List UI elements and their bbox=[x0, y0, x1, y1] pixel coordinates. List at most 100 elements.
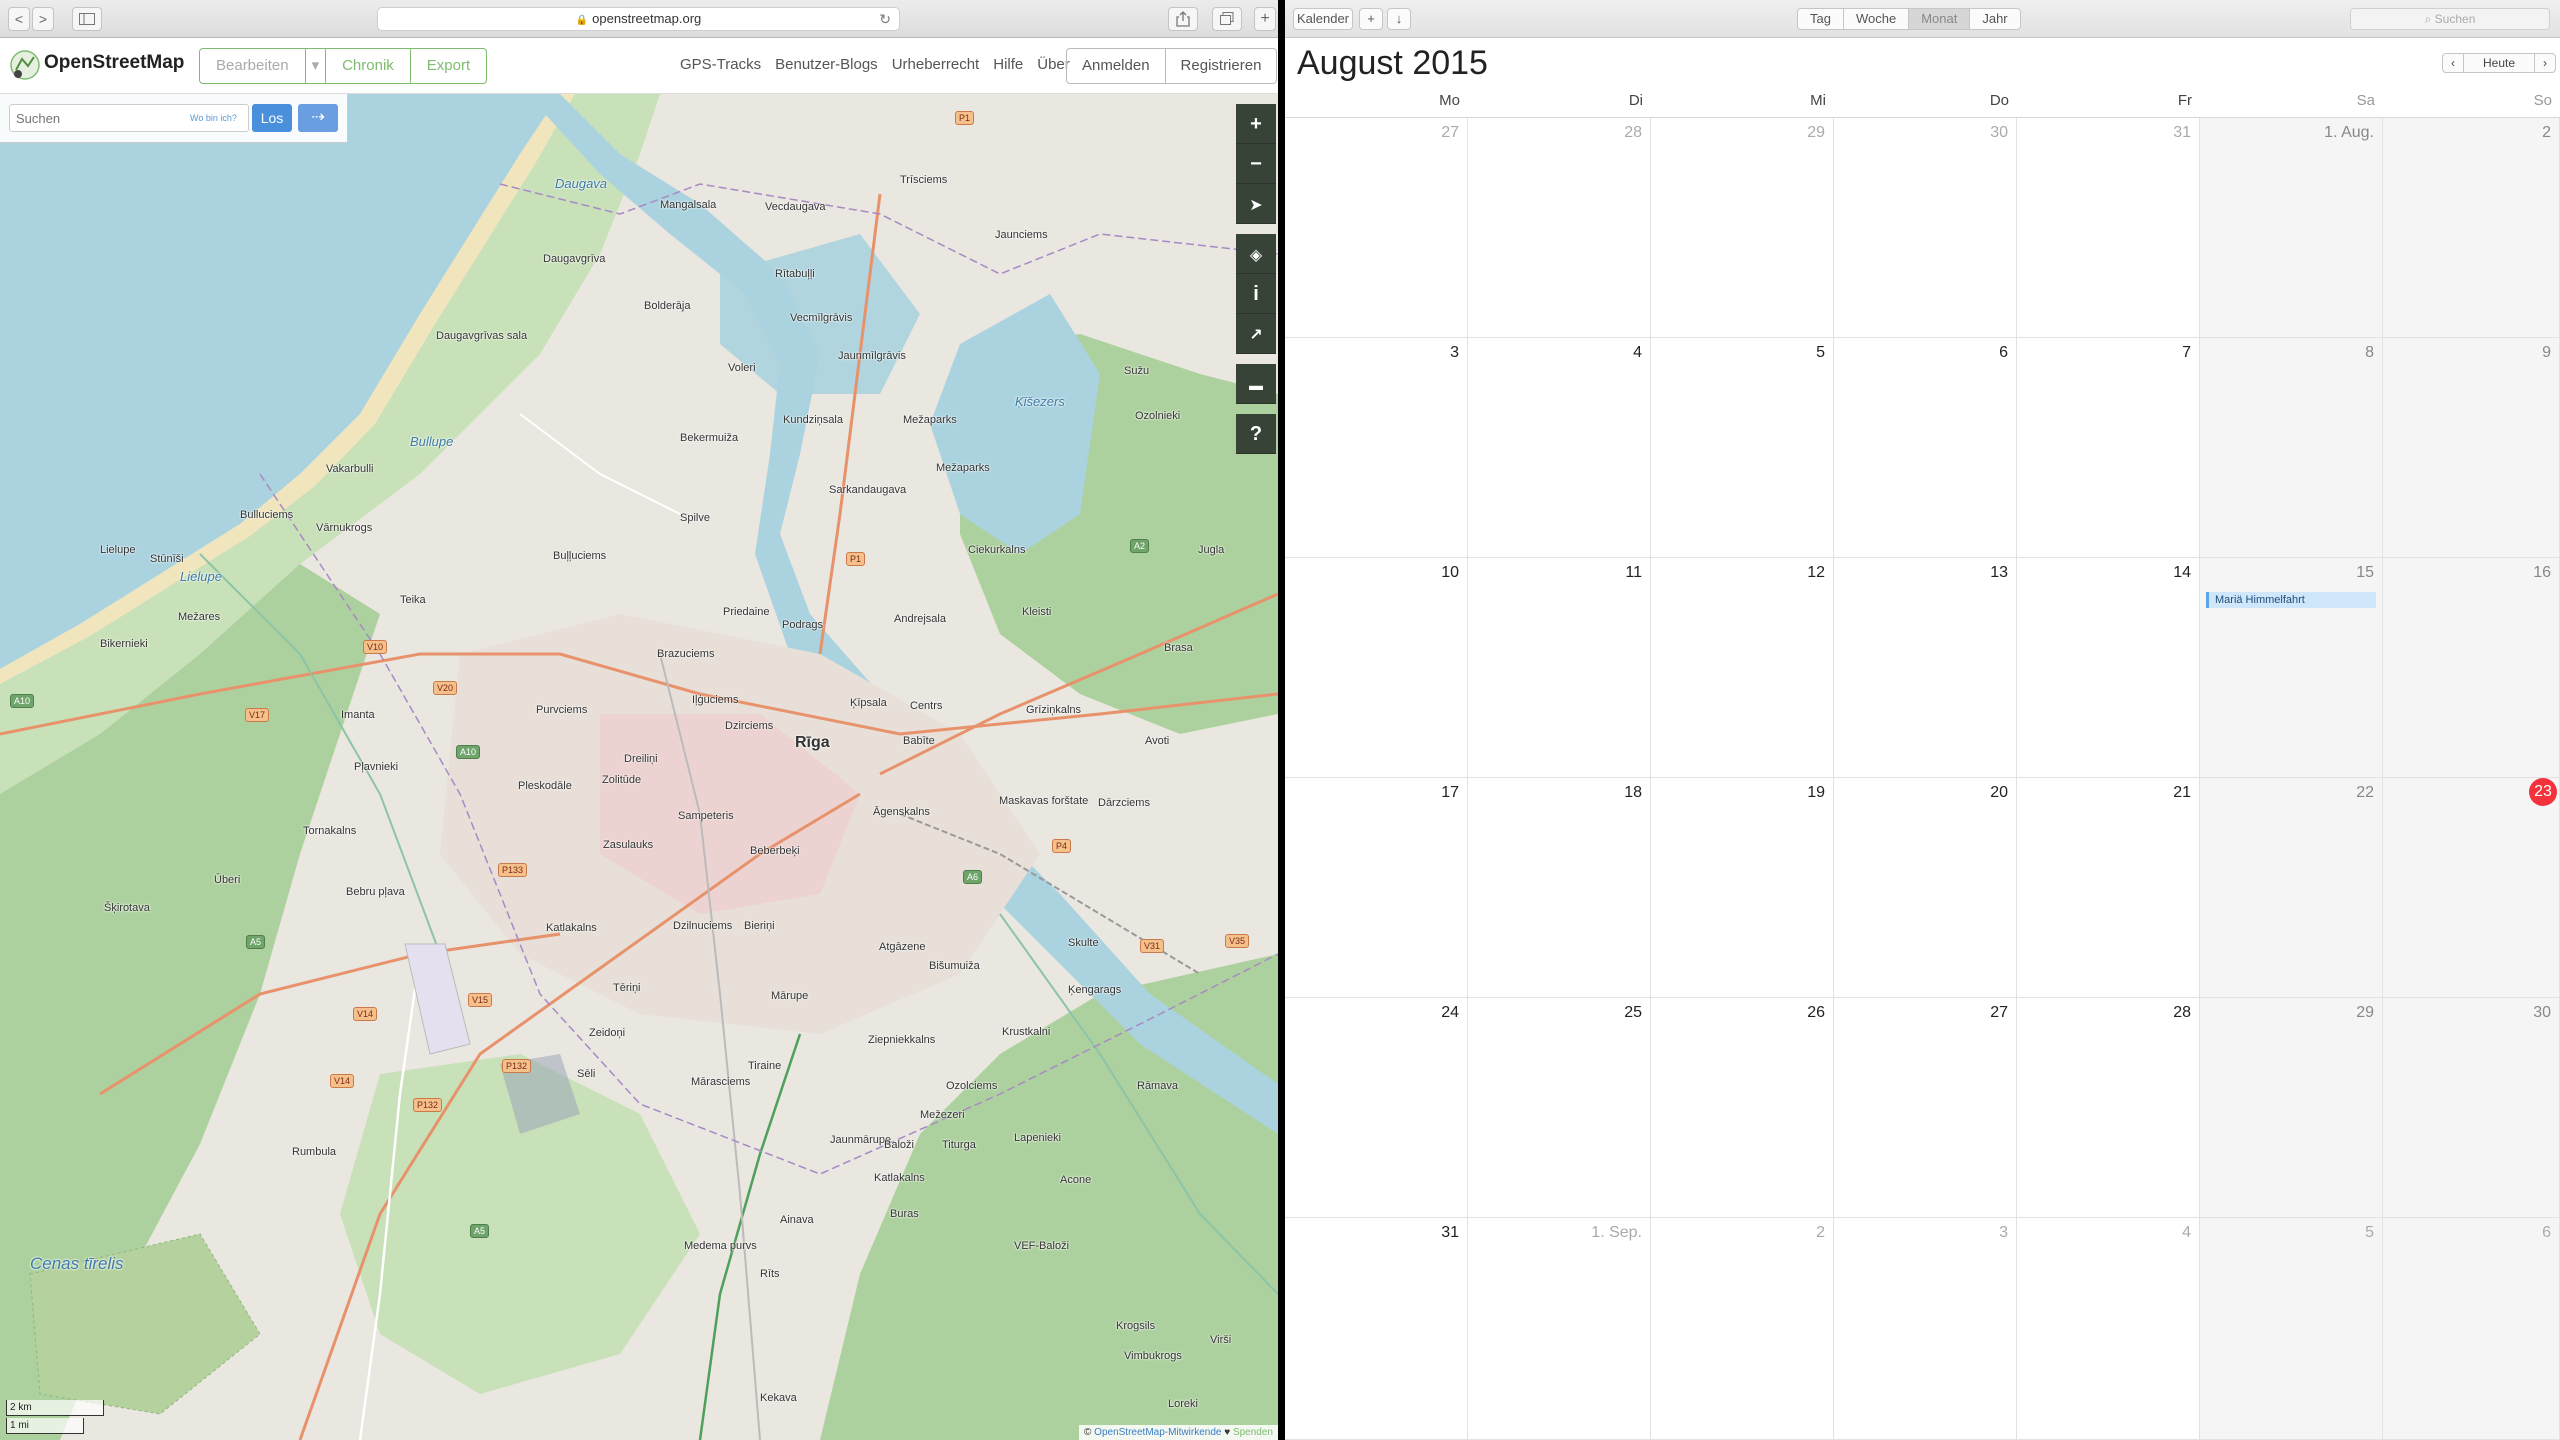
day-cell[interactable]: 1. Aug. bbox=[2200, 118, 2383, 338]
day-cell[interactable]: 28 bbox=[1468, 118, 1651, 338]
day-number: 3 bbox=[1999, 1224, 2008, 1241]
day-cell[interactable]: 2 bbox=[2383, 118, 2560, 338]
map-view[interactable]: Rīga Cenas tīrelis Daugava Bullupe Ķīšez… bbox=[0, 94, 1278, 1440]
layers-button[interactable]: ◈ bbox=[1236, 234, 1276, 274]
history-button[interactable]: Chronik bbox=[326, 49, 411, 83]
map-key-button[interactable]: i bbox=[1236, 274, 1276, 314]
day-cell[interactable]: 12 bbox=[1651, 558, 1834, 778]
forward-button[interactable]: > bbox=[32, 7, 54, 31]
view-month-button[interactable]: Monat bbox=[1909, 9, 1971, 29]
day-cell[interactable]: 4 bbox=[1468, 338, 1651, 558]
weekday-label: Do bbox=[1989, 92, 2009, 109]
share-button[interactable] bbox=[1168, 7, 1198, 31]
day-cell[interactable]: 5 bbox=[2200, 1218, 2383, 1440]
split-view-divider[interactable] bbox=[1278, 0, 1285, 1440]
view-day-button[interactable]: Tag bbox=[1798, 9, 1844, 29]
nav-link-help[interactable]: Hilfe bbox=[993, 56, 1023, 73]
calendars-button[interactable]: Kalender bbox=[1293, 8, 1353, 30]
edit-button[interactable]: Bearbeiten bbox=[200, 49, 306, 83]
attribution-link[interactable]: OpenStreetMap-Mitwirkende bbox=[1094, 1427, 1221, 1438]
day-cell[interactable]: 31 bbox=[2017, 118, 2200, 338]
day-cell[interactable]: 16 bbox=[2383, 558, 2560, 778]
zoom-in-button[interactable]: + bbox=[1236, 104, 1276, 144]
day-cell[interactable]: 18 bbox=[1468, 778, 1651, 998]
view-year-button[interactable]: Jahr bbox=[1970, 9, 2019, 29]
osm-logo-icon[interactable] bbox=[10, 50, 40, 80]
day-cell[interactable]: 20 bbox=[1834, 778, 2017, 998]
back-button[interactable]: < bbox=[8, 7, 30, 31]
day-cell[interactable]: 17 bbox=[1285, 778, 1468, 998]
osm-site-title[interactable]: OpenStreetMap bbox=[44, 52, 184, 74]
edit-dropdown-caret-icon[interactable]: ▾ bbox=[306, 49, 327, 83]
search-go-button[interactable]: Los bbox=[252, 104, 292, 132]
day-cell[interactable]: 19 bbox=[1651, 778, 1834, 998]
locate-button[interactable]: ➤ bbox=[1236, 184, 1276, 224]
map-label-place: Āgenskalns bbox=[873, 806, 930, 818]
day-cell[interactable]: 27 bbox=[1285, 118, 1468, 338]
day-cell[interactable]: 1. Sep. bbox=[1468, 1218, 1651, 1440]
reload-icon[interactable]: ↻ bbox=[879, 8, 891, 30]
day-cell[interactable]: 2 bbox=[1651, 1218, 1834, 1440]
calendar-event[interactable]: Mariä Himmelfahrt bbox=[2206, 592, 2376, 608]
zoom-out-button[interactable]: − bbox=[1236, 144, 1276, 184]
nav-link-copyright[interactable]: Urheberrecht bbox=[892, 56, 980, 73]
day-cell[interactable]: 28 bbox=[2017, 998, 2200, 1218]
directions-icon: ⇢ bbox=[311, 109, 325, 126]
day-cell[interactable]: 29 bbox=[1651, 118, 1834, 338]
day-cell[interactable]: 6 bbox=[1834, 338, 2017, 558]
address-bar[interactable]: 🔒 openstreetmap.org ↻ bbox=[377, 7, 900, 31]
calendar-search-field[interactable]: ⌕ Suchen bbox=[2350, 8, 2550, 30]
day-cell[interactable]: 7 bbox=[2017, 338, 2200, 558]
map-label-place: Sarkandaugava bbox=[829, 484, 907, 496]
day-cell[interactable]: 22 bbox=[2200, 778, 2383, 998]
map-label-place: Maskavas forštate bbox=[999, 795, 1089, 807]
next-month-button[interactable]: › bbox=[2534, 53, 2556, 73]
day-cell[interactable]: 14 bbox=[2017, 558, 2200, 778]
sidebar-toggle-button[interactable] bbox=[72, 7, 102, 31]
today-button[interactable]: Heute bbox=[2464, 53, 2534, 73]
nav-link-user-blogs[interactable]: Benutzer-Blogs bbox=[775, 56, 878, 73]
map-label-water: Daugava bbox=[555, 176, 608, 191]
day-cell[interactable]: 5 bbox=[1651, 338, 1834, 558]
day-cell[interactable]: 13 bbox=[1834, 558, 2017, 778]
add-event-button[interactable]: + bbox=[1359, 8, 1383, 30]
day-cell[interactable]: 8 bbox=[2200, 338, 2383, 558]
day-cell[interactable]: 30 bbox=[1834, 118, 2017, 338]
day-cell[interactable]: 24 bbox=[1285, 998, 1468, 1218]
day-cell[interactable]: 25 bbox=[1468, 998, 1651, 1218]
register-button[interactable]: Registrieren bbox=[1166, 49, 1277, 83]
day-cell[interactable]: 29 bbox=[2200, 998, 2383, 1218]
day-cell[interactable]: 6 bbox=[2383, 1218, 2560, 1440]
day-cell[interactable]: 30 bbox=[2383, 998, 2560, 1218]
day-cell[interactable]: 3 bbox=[1285, 338, 1468, 558]
export-button[interactable]: Export bbox=[411, 49, 486, 83]
day-cell[interactable]: 11 bbox=[1468, 558, 1651, 778]
download-button[interactable]: ↓ bbox=[1387, 8, 1411, 30]
share-map-button[interactable]: ↗ bbox=[1236, 314, 1276, 354]
previous-month-button[interactable]: ‹ bbox=[2442, 53, 2464, 73]
day-cell[interactable]: 4 bbox=[2017, 1218, 2200, 1440]
where-am-i-link[interactable]: Wo bin ich? bbox=[190, 113, 237, 123]
day-cell[interactable]: 27 bbox=[1834, 998, 2017, 1218]
query-features-button[interactable]: ? bbox=[1236, 414, 1276, 454]
login-button[interactable]: Anmelden bbox=[1067, 49, 1166, 83]
day-cell[interactable]: 3 bbox=[1834, 1218, 2017, 1440]
nav-link-about[interactable]: Über bbox=[1037, 56, 1070, 73]
day-cell[interactable]: 23 bbox=[2383, 778, 2560, 998]
nav-link-gps-tracks[interactable]: GPS-Tracks bbox=[680, 56, 761, 73]
day-cell[interactable]: 9 bbox=[2383, 338, 2560, 558]
map-label-place: Kleisti bbox=[1022, 606, 1052, 618]
new-tab-button[interactable]: + bbox=[1254, 7, 1276, 31]
day-cell[interactable]: 21 bbox=[2017, 778, 2200, 998]
day-cell[interactable]: 26 bbox=[1651, 998, 1834, 1218]
tabs-button[interactable] bbox=[1212, 7, 1242, 31]
view-week-button[interactable]: Woche bbox=[1844, 9, 1910, 29]
add-note-button[interactable]: ▬ bbox=[1236, 364, 1276, 404]
directions-button[interactable]: ⇢ bbox=[298, 104, 338, 132]
day-cell[interactable]: 15 Mariä Himmelfahrt bbox=[2200, 558, 2383, 778]
day-cell[interactable]: 31 bbox=[1285, 1218, 1468, 1440]
map-label-place: Lapenieki bbox=[1014, 1132, 1062, 1144]
donate-link[interactable]: Spenden bbox=[1233, 1427, 1273, 1438]
day-cell[interactable]: 10 bbox=[1285, 558, 1468, 778]
map-label-place: Titurga bbox=[942, 1139, 976, 1151]
